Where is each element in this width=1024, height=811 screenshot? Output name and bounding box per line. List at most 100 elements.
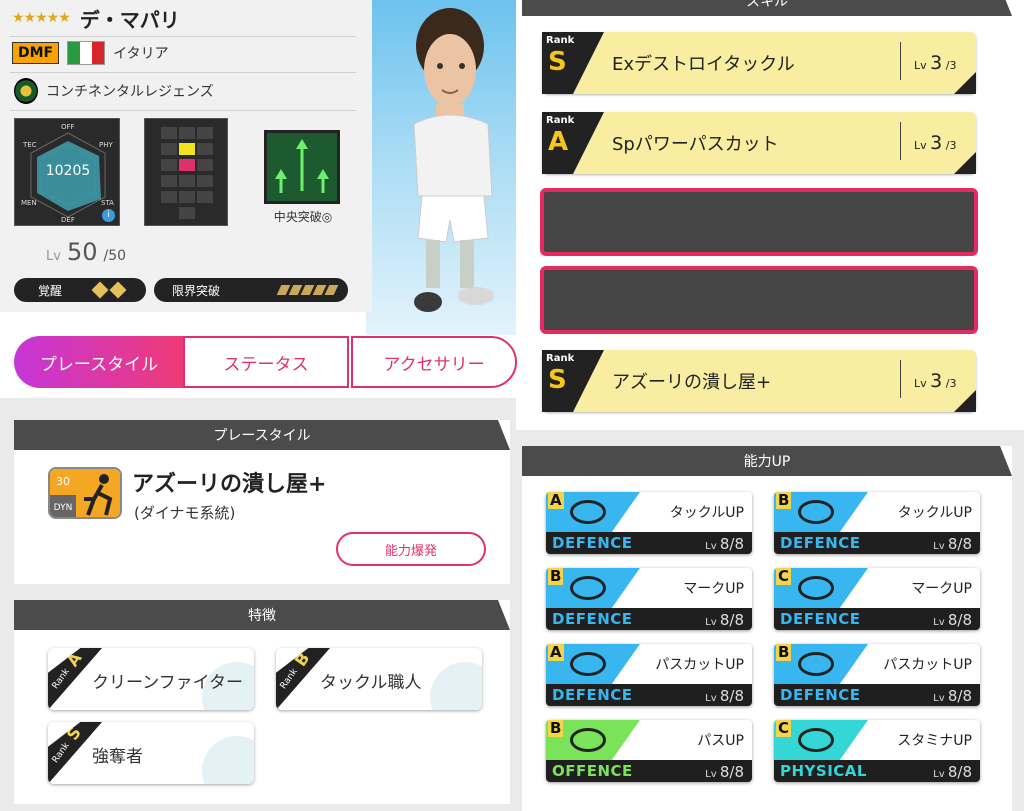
- level-label: Lv: [933, 541, 945, 552]
- divider: [10, 72, 356, 73]
- trait-rank: B: [290, 649, 314, 670]
- ability-name: タックルUP: [669, 505, 744, 521]
- empty-skill-slot[interactable]: [540, 266, 978, 334]
- ability-grade: A: [548, 492, 564, 509]
- radar-label: OFF: [61, 123, 75, 131]
- skill-name: アズーリの潰し屋+: [612, 372, 772, 393]
- level-value: 8/8: [947, 535, 972, 553]
- level-label: Lv: [705, 541, 717, 552]
- skill-name: Spパワーパスカット: [612, 134, 779, 155]
- traits-header: 特徴: [14, 600, 510, 630]
- playstyle-header: プレースタイル: [14, 420, 510, 450]
- level-value: 8/8: [719, 611, 744, 629]
- skill-card[interactable]: Rank A Spパワーパスカット Lv 3 /3: [542, 112, 976, 174]
- divider: [10, 36, 356, 37]
- ability-up-card[interactable]: B パスUP OFFENCE Lv 8/8: [546, 720, 752, 782]
- divider: [900, 42, 901, 80]
- level-label: Lv: [914, 139, 927, 152]
- ability-footer: DEFENCE Lv 8/8: [774, 684, 980, 706]
- screen: ★★★★★ デ・マパリ DMF イタリア コンチネンタルレジェンズ 10205 …: [0, 0, 1024, 811]
- ability-footer: DEFENCE Lv 8/8: [546, 608, 752, 630]
- ability-level: Lv 8/8: [933, 763, 972, 781]
- ability-up-card[interactable]: A タックルUP DEFENCE Lv 8/8: [546, 492, 752, 554]
- trait-name: クリーンファイター: [92, 673, 243, 693]
- rank-ribbon: Rank S: [542, 350, 604, 412]
- level-max: /50: [103, 248, 127, 264]
- awaken-status: 覚醒: [14, 278, 146, 302]
- ability-up-card[interactable]: A パスカットUP DEFENCE Lv 8/8: [546, 644, 752, 706]
- skill-card[interactable]: Rank S Exデストロイタックル Lv 3 /3: [542, 32, 976, 94]
- ability-figure-icon: [570, 652, 606, 676]
- ability-level: Lv 8/8: [933, 611, 972, 629]
- tab-playstyle[interactable]: プレースタイル: [14, 336, 184, 388]
- radar-chart[interactable]: 10205 OFF PHY STA DEF MEN TEC i: [14, 118, 120, 226]
- ability-up-card[interactable]: C マークUP DEFENCE Lv 8/8: [774, 568, 980, 630]
- ability-level: Lv 8/8: [705, 611, 744, 629]
- awaken-label: 覚醒: [38, 284, 63, 298]
- ability-category: DEFENCE: [780, 534, 861, 552]
- playstyle-icon: 30 DYN: [48, 467, 122, 519]
- ability-name: スタミナUP: [897, 733, 972, 749]
- right-panel: スキル Rank S Exデストロイタックル Lv 3 /3 Rank A Spパワ…: [516, 0, 1024, 811]
- ability-up-card[interactable]: B パスカットUP DEFENCE Lv 8/8: [774, 644, 980, 706]
- limit-break-label: 限界突破: [172, 284, 221, 298]
- ability-figure-icon: [798, 500, 834, 524]
- ability-up-card[interactable]: B マークUP DEFENCE Lv 8/8: [546, 568, 752, 630]
- ability-footer: OFFENCE Lv 8/8: [546, 760, 752, 782]
- trait-card[interactable]: Rank B タックル職人: [276, 648, 482, 710]
- rank-label: Rank: [546, 353, 575, 364]
- ability-up-card[interactable]: B タックルUP DEFENCE Lv 8/8: [774, 492, 980, 554]
- radar-label: DEF: [61, 216, 75, 224]
- tactic-label: 中央突破◎: [273, 210, 333, 224]
- skill-name: Exデストロイタックル: [612, 54, 795, 75]
- trait-card[interactable]: Rank S 強奪者: [48, 722, 254, 784]
- rank-ribbon: Rank A: [542, 112, 604, 174]
- ability-grade: A: [548, 644, 564, 661]
- playstyle-subtitle: (ダイナモ系統): [134, 504, 236, 522]
- ability-level: Lv 8/8: [705, 763, 744, 781]
- ability-category: DEFENCE: [552, 534, 633, 552]
- country-name: イタリア: [113, 46, 169, 62]
- level-label: Lv: [705, 693, 717, 704]
- limit-break-bars: [276, 285, 339, 295]
- ability-level: Lv 8/8: [933, 687, 972, 705]
- info-icon[interactable]: i: [102, 209, 115, 222]
- limit-break-status: 限界突破: [154, 278, 348, 302]
- italy-flag-icon: [67, 41, 106, 65]
- rank-label: Rank: [50, 740, 72, 766]
- trait-name: タックル職人: [320, 673, 422, 693]
- level-value: 8/8: [719, 687, 744, 705]
- radar-label: TEC: [23, 141, 37, 149]
- skill-rank: S: [548, 47, 567, 77]
- ability-figure-icon: [798, 728, 834, 752]
- ability-grade: B: [776, 492, 792, 509]
- ability-grade: B: [548, 568, 564, 585]
- ability-burst-button[interactable]: 能力爆発: [336, 532, 486, 566]
- empty-skill-slot[interactable]: [540, 188, 978, 256]
- level-label: Lv: [933, 617, 945, 628]
- level-label: Lv: [914, 377, 927, 390]
- trait-card[interactable]: Rank A クリーンファイター: [48, 648, 254, 710]
- rarity-stars: ★★★★★: [12, 10, 71, 26]
- trait-name: 強奪者: [92, 747, 143, 767]
- tab-accessory[interactable]: アクセサリー: [351, 336, 517, 388]
- ability-footer: DEFENCE Lv 8/8: [546, 532, 752, 554]
- player-avatar: [413, 8, 494, 312]
- level-value: 3: [930, 132, 943, 154]
- ability-level: Lv 8/8: [705, 535, 744, 553]
- radar-label: PHY: [99, 141, 113, 149]
- ability-category: OFFENCE: [552, 762, 633, 780]
- player-profile-card: ★★★★★ デ・マパリ DMF イタリア コンチネンタルレジェンズ 10205 …: [0, 0, 372, 312]
- skill-rank: A: [548, 127, 569, 157]
- skill-card[interactable]: Rank S アズーリの潰し屋+ Lv 3 /3: [542, 350, 976, 412]
- ability-figure-icon: [798, 576, 834, 600]
- level-max: /3: [945, 139, 957, 152]
- radar-total-value: 10205: [45, 163, 91, 179]
- ability-category: PHYSICAL: [780, 762, 867, 780]
- ability-up-card[interactable]: C スタミナUP PHYSICAL Lv 8/8: [774, 720, 980, 782]
- tab-status[interactable]: ステータス: [183, 336, 349, 388]
- ability-category: DEFENCE: [780, 686, 861, 704]
- level-label: Lv: [46, 249, 61, 264]
- tactic-arrows-icon: [264, 130, 340, 204]
- team-name: コンチネンタルレジェンズ: [46, 84, 214, 100]
